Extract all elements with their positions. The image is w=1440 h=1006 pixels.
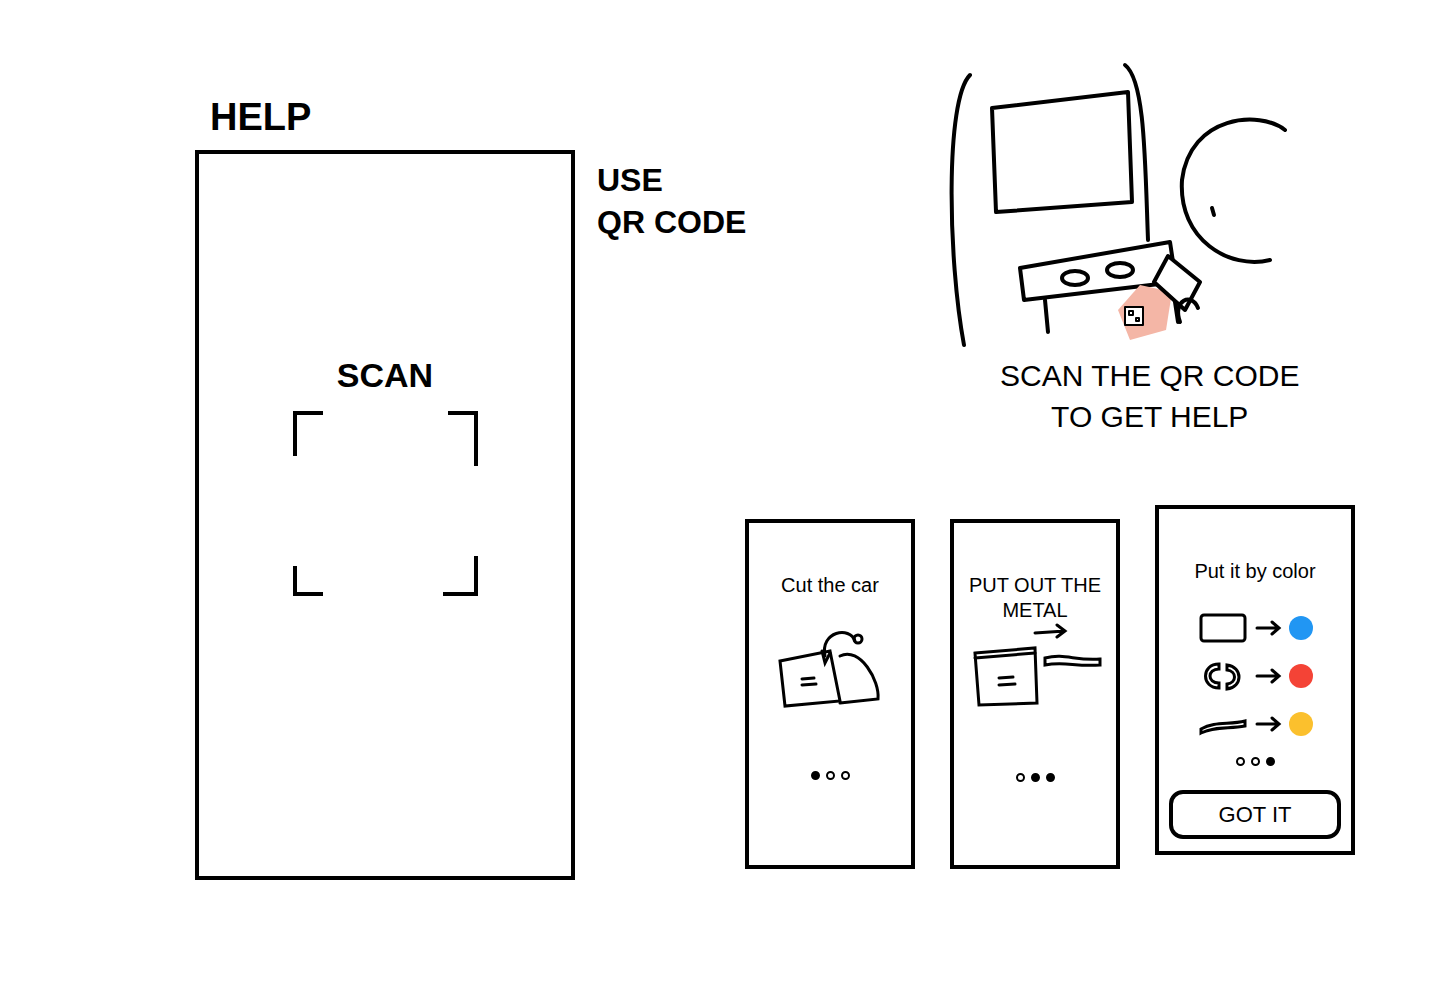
arcs-shape-icon xyxy=(1197,659,1249,693)
arrow-icon xyxy=(1255,620,1283,636)
page-dots xyxy=(1016,773,1055,782)
got-it-button[interactable]: GOT IT xyxy=(1169,790,1341,839)
cut-car-icon xyxy=(770,621,890,721)
qr-viewfinder[interactable] xyxy=(293,411,478,596)
page-dots xyxy=(1236,757,1275,766)
page-dot xyxy=(826,771,835,780)
page-dot xyxy=(1031,773,1040,782)
help-phone-screen: SCAN xyxy=(195,150,575,880)
sort-row xyxy=(1197,659,1313,693)
box-shape-icon xyxy=(1197,611,1249,645)
bar-shape-icon xyxy=(1197,707,1249,741)
sort-rows xyxy=(1197,611,1313,741)
sort-row xyxy=(1197,707,1313,741)
step-screen: Put it by color GOT IT xyxy=(1155,505,1355,855)
color-dot xyxy=(1289,616,1313,640)
help-steps: Cut the car PUT OUT THE METAL Put it by co… xyxy=(745,505,1355,869)
page-dot xyxy=(1016,773,1025,782)
step-title: Cut the car xyxy=(781,573,879,621)
page-dot xyxy=(811,771,820,780)
page-dot xyxy=(1046,773,1055,782)
color-dot xyxy=(1289,664,1313,688)
caption-line: TO GET HELP xyxy=(1051,397,1248,438)
arrow-icon xyxy=(1255,716,1283,732)
page-dot xyxy=(1266,757,1275,766)
scan-label: SCAN xyxy=(337,354,433,397)
step-screen: Cut the car xyxy=(745,519,915,869)
caption-line: SCAN THE QR CODE xyxy=(1000,356,1300,397)
step-screen: PUT OUT THE METAL xyxy=(950,519,1120,869)
sort-row xyxy=(1197,611,1313,645)
page-dots xyxy=(811,771,850,780)
note-line: USE xyxy=(597,160,746,202)
color-dot xyxy=(1289,712,1313,736)
use-qr-note: USEQR CODE xyxy=(597,160,746,243)
step-title: PUT OUT THE METAL xyxy=(964,573,1106,623)
help-title: HELP xyxy=(210,94,311,142)
page-dot xyxy=(1251,757,1260,766)
note-line: QR CODE xyxy=(597,202,746,244)
kiosk-illustration: SCAN THE QR CODETO GET HELP xyxy=(940,60,1300,437)
step-title: Put it by color xyxy=(1194,559,1315,607)
metal-icon xyxy=(965,623,1105,723)
page-dot xyxy=(841,771,850,780)
illustration-caption: SCAN THE QR CODETO GET HELP xyxy=(1000,356,1300,437)
wireframe-canvas: HELP SCAN USEQR CODE SCAN THE QR CODETO GET… xyxy=(0,0,1440,1006)
page-dot xyxy=(1236,757,1245,766)
arrow-icon xyxy=(1255,668,1283,684)
kiosk-scan-illustration xyxy=(940,60,1300,350)
